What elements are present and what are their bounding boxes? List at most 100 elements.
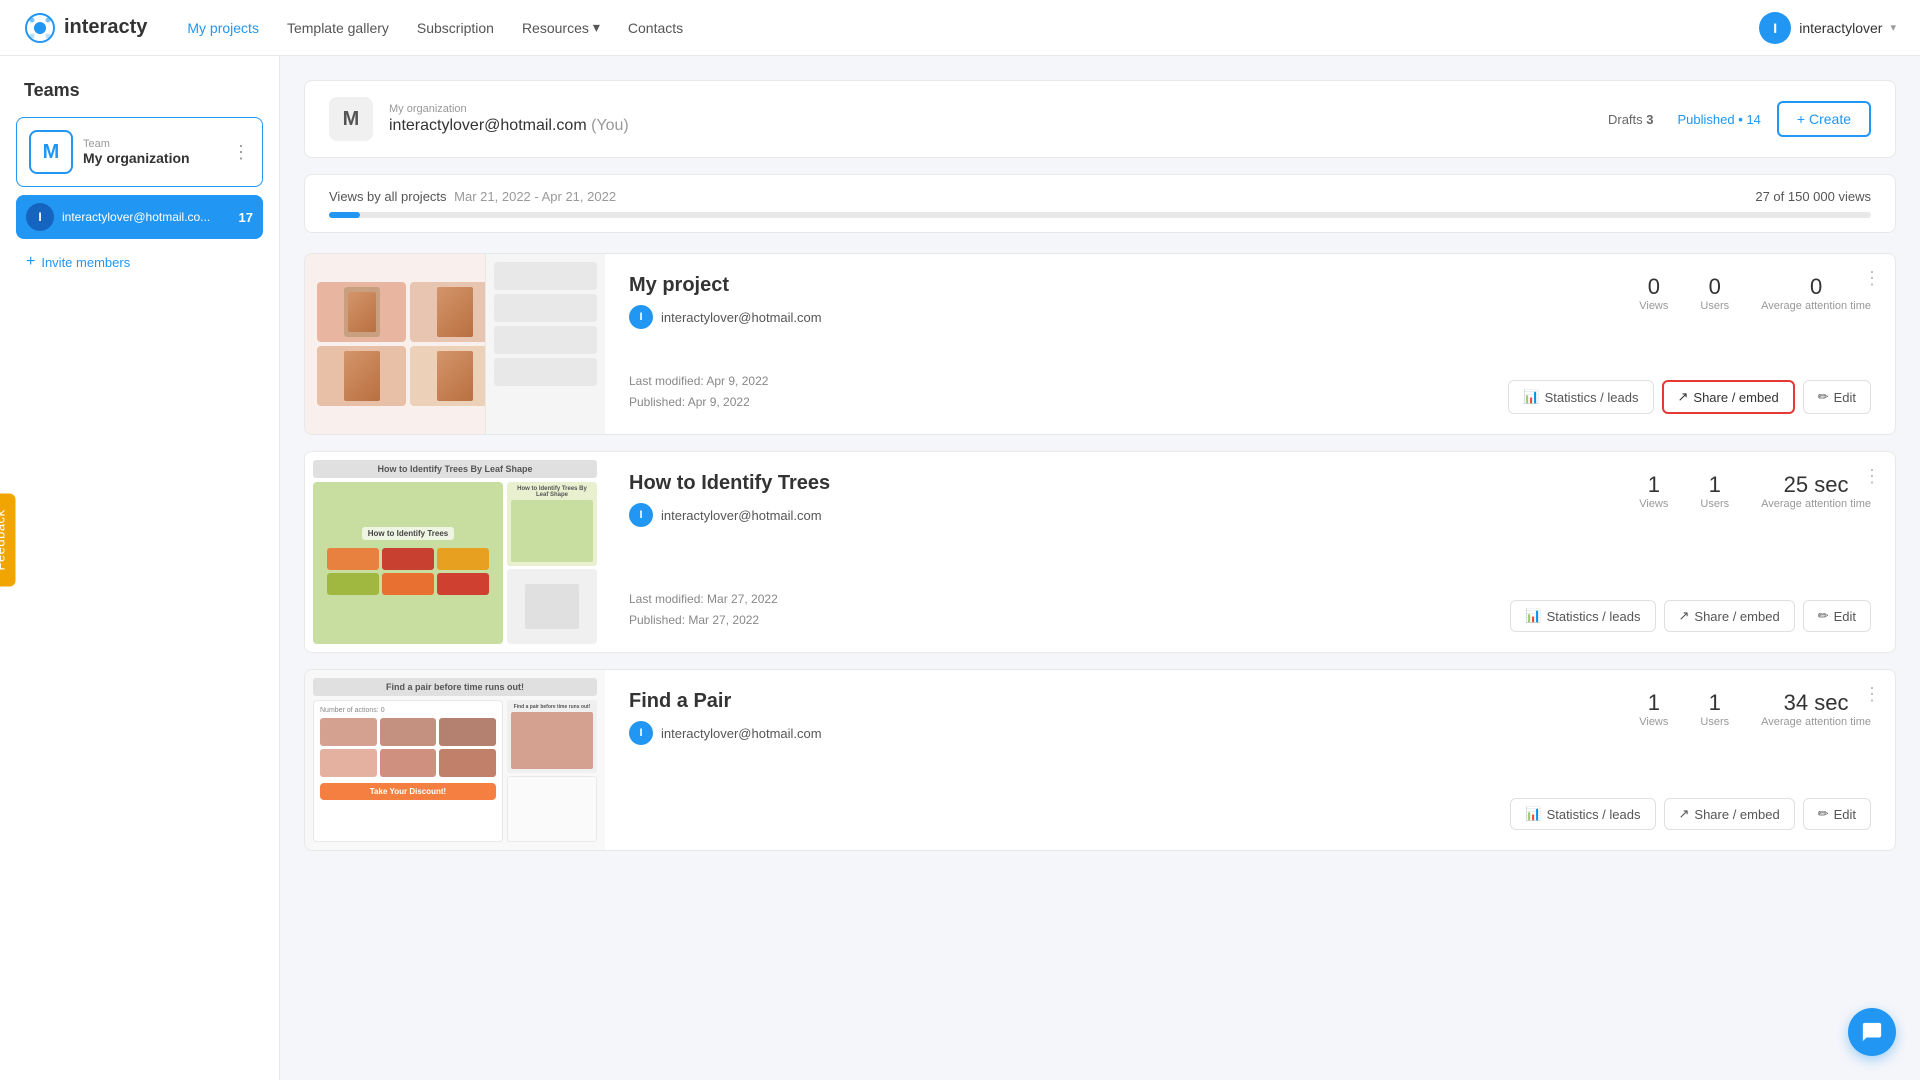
nav-resources[interactable]: Resources ▾ bbox=[522, 19, 600, 36]
thumb-mini-img bbox=[511, 500, 593, 562]
share-embed-button[interactable]: ↗ Share / embed bbox=[1664, 600, 1795, 632]
thumb-pair-content: Find a pair before time runs out! Number… bbox=[305, 670, 605, 850]
project-info: Find a Pair I interactylover@hotmail.com bbox=[629, 690, 1639, 745]
nav-template-gallery[interactable]: Template gallery bbox=[287, 20, 389, 36]
thumb-mini bbox=[494, 294, 597, 322]
pair-item bbox=[439, 749, 496, 777]
leaf-item bbox=[327, 573, 379, 595]
pair-item bbox=[380, 749, 437, 777]
org-stats: Drafts 3 Published • 14 bbox=[1608, 112, 1761, 127]
team-label: Team bbox=[83, 138, 190, 150]
project-content-bottom: Last modified: Mar 27, 2022 Published: M… bbox=[629, 589, 1871, 632]
thumb-panel-main: How to Identify Trees bbox=[313, 482, 503, 644]
edit-button[interactable]: ✏ Edit bbox=[1803, 798, 1871, 830]
username-label: interactylover bbox=[1799, 20, 1882, 36]
stats-icon: 📊 bbox=[1523, 389, 1539, 405]
thumb-pair-panels: Number of actions: 0 Take Your Discount! bbox=[313, 700, 597, 842]
published-link[interactable]: Published • 14 bbox=[1678, 112, 1761, 127]
thumb-tree-title: How to Identify Trees By Leaf Shape bbox=[313, 460, 597, 478]
logo-icon bbox=[24, 12, 56, 44]
project-actions: 📊 Statistics / leads ↗ Share / embed ✏ E… bbox=[1510, 600, 1871, 632]
stats-icon: 📊 bbox=[1525, 608, 1541, 624]
leaf-item bbox=[382, 548, 434, 570]
pair-item bbox=[439, 718, 496, 746]
project-thumbnail: How to Identify Trees By Leaf Shape How … bbox=[305, 452, 605, 652]
user-dropdown-chevron: ▾ bbox=[1890, 21, 1896, 34]
thumb-mini-card: How to Identify Trees By Leaf Shape bbox=[507, 482, 597, 566]
views-bar-label: Views by all projects Mar 21, 2022 - Apr… bbox=[329, 189, 616, 204]
project-content-top: Find a Pair I interactylover@hotmail.com… bbox=[629, 690, 1871, 745]
statistics-leads-button[interactable]: 📊 Statistics / leads bbox=[1510, 798, 1655, 830]
author-email: interactylover@hotmail.com bbox=[661, 726, 822, 741]
stats-icon: 📊 bbox=[1525, 806, 1541, 822]
team-card[interactable]: M Team My organization ⋮ bbox=[16, 117, 263, 187]
thumb-mini-card2 bbox=[507, 569, 597, 645]
project-more-button[interactable]: ⋮ bbox=[1863, 684, 1881, 705]
create-button[interactable]: + Create bbox=[1777, 101, 1871, 137]
project-card: How to Identify Trees By Leaf Shape How … bbox=[304, 451, 1896, 653]
share-icon: ↗ bbox=[1679, 608, 1690, 624]
project-title: How to Identify Trees bbox=[629, 472, 1639, 495]
project-more-button[interactable]: ⋮ bbox=[1863, 466, 1881, 487]
org-name-label: My organization bbox=[389, 103, 1592, 115]
share-embed-button[interactable]: ↗ Share / embed bbox=[1662, 380, 1795, 414]
pair-item bbox=[320, 749, 377, 777]
leaf-item bbox=[382, 573, 434, 595]
thumb-mini-label: How to Identify Trees By Leaf Shape bbox=[511, 486, 593, 498]
team-card-left: M Team My organization bbox=[29, 130, 190, 174]
stat-users: 0 Users bbox=[1700, 274, 1729, 312]
thumb-label: How to Identify Trees bbox=[362, 527, 454, 540]
stat-views: 1 Views bbox=[1639, 690, 1668, 728]
nav-links: My projects Template gallery Subscriptio… bbox=[187, 19, 1727, 36]
pair-item bbox=[380, 718, 437, 746]
nav-subscription[interactable]: Subscription bbox=[417, 20, 494, 36]
author-email: interactylover@hotmail.com bbox=[661, 508, 822, 523]
project-content: How to Identify Trees I interactylover@h… bbox=[605, 452, 1895, 652]
app-logo[interactable]: interacty bbox=[24, 12, 147, 44]
statistics-leads-button[interactable]: 📊 Statistics / leads bbox=[1510, 600, 1655, 632]
author-avatar: I bbox=[629, 721, 653, 745]
project-content-bottom: Last modified: Apr 9, 2022 Published: Ap… bbox=[629, 371, 1871, 414]
thumb-pair-discount-btn: Take Your Discount! bbox=[320, 783, 496, 800]
edit-button[interactable]: ✏ Edit bbox=[1803, 600, 1871, 632]
thumb-pair-mini-img bbox=[511, 712, 593, 769]
project-more-button[interactable]: ⋮ bbox=[1863, 268, 1881, 289]
team-name: My organization bbox=[83, 150, 190, 166]
user-menu[interactable]: I interactylover ▾ bbox=[1759, 12, 1896, 44]
member-count: 17 bbox=[239, 210, 253, 225]
invite-members-button[interactable]: + Invite members bbox=[16, 247, 263, 277]
author-avatar: I bbox=[629, 503, 653, 527]
feedback-tab[interactable]: Feedback bbox=[0, 493, 16, 586]
share-icon: ↗ bbox=[1678, 389, 1689, 405]
thumb-right-panel: How to Identify Trees By Leaf Shape bbox=[507, 482, 597, 644]
share-embed-button[interactable]: ↗ Share / embed bbox=[1664, 798, 1795, 830]
thumb-item bbox=[317, 282, 406, 342]
leaf-item bbox=[437, 548, 489, 570]
thumb-pair-grid bbox=[320, 718, 496, 777]
statistics-leads-button[interactable]: 📊 Statistics / leads bbox=[1508, 380, 1653, 414]
team-avatar: M bbox=[29, 130, 73, 174]
plus-icon: + bbox=[26, 253, 35, 271]
project-actions: 📊 Statistics / leads ↗ Share / embed ✏ E… bbox=[1510, 798, 1871, 830]
sidebar-title: Teams bbox=[16, 80, 263, 101]
org-info: My organization interactylover@hotmail.c… bbox=[389, 103, 1592, 135]
project-content: Find a Pair I interactylover@hotmail.com… bbox=[605, 670, 1895, 850]
project-title: Find a Pair bbox=[629, 690, 1639, 713]
invite-label: Invite members bbox=[41, 255, 130, 270]
views-count: 27 of 150 000 views bbox=[1755, 189, 1871, 204]
project-author: I interactylover@hotmail.com bbox=[629, 305, 1639, 329]
thumb-mini bbox=[494, 262, 597, 290]
nav-my-projects[interactable]: My projects bbox=[187, 20, 259, 36]
logo-text: interacty bbox=[64, 16, 147, 39]
team-info: Team My organization bbox=[83, 138, 190, 166]
project-actions: 📊 Statistics / leads ↗ Share / embed ✏ E… bbox=[1508, 380, 1871, 414]
team-more-button[interactable]: ⋮ bbox=[232, 142, 250, 163]
leaf-item bbox=[437, 573, 489, 595]
stat-users: 1 Users bbox=[1700, 472, 1729, 510]
chat-bubble[interactable] bbox=[1848, 1008, 1896, 1056]
project-stats: 1 Views 1 Users 34 sec Average attention… bbox=[1639, 690, 1871, 745]
edit-button[interactable]: ✏ Edit bbox=[1803, 380, 1871, 414]
thumb-tree-content: How to Identify Trees By Leaf Shape How … bbox=[305, 452, 605, 652]
team-member-row[interactable]: I interactylover@hotmail.co... 17 bbox=[16, 195, 263, 239]
nav-contacts[interactable]: Contacts bbox=[628, 20, 683, 36]
